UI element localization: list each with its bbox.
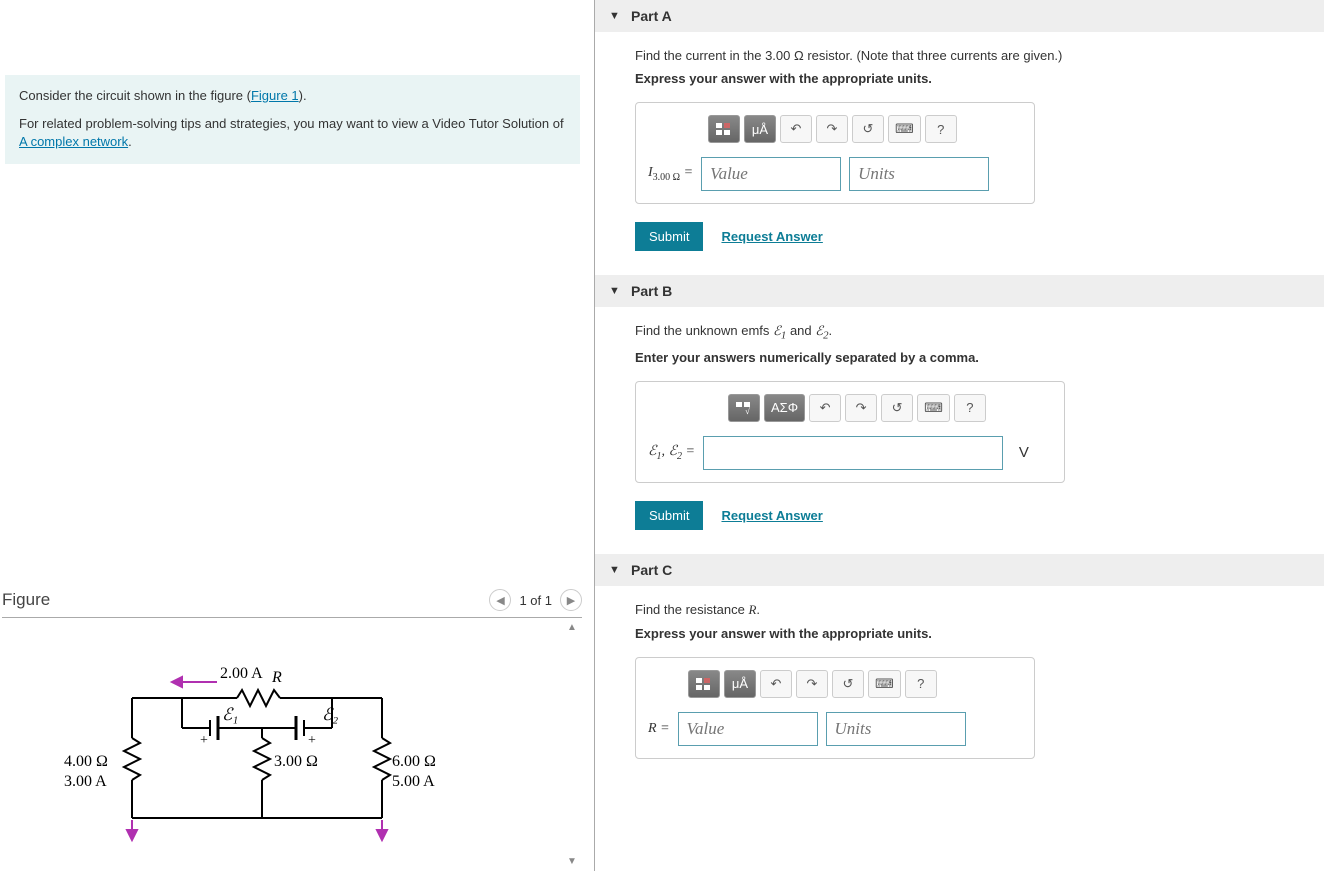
svg-text:5.00 A: 5.00 A xyxy=(392,773,435,790)
part-b-variable-label: ℰ1, ℰ2 = xyxy=(648,443,695,462)
svg-text:R: R xyxy=(271,669,282,686)
templates-button[interactable] xyxy=(688,670,720,698)
undo-button[interactable]: ↶ xyxy=(760,670,792,698)
part-b-title: Part B xyxy=(631,283,672,299)
part-a-units-input[interactable] xyxy=(849,157,989,191)
part-b-unit-label: V xyxy=(1019,444,1029,461)
related-link[interactable]: A complex network xyxy=(19,134,128,149)
figure-counter: 1 of 1 xyxy=(519,593,552,608)
units-button[interactable]: μÅ xyxy=(724,670,756,698)
figure-next-button[interactable]: ▶ xyxy=(560,589,582,611)
reset-button[interactable]: ↺ xyxy=(852,115,884,143)
units-button[interactable]: μÅ xyxy=(744,115,776,143)
svg-text:ℰ₁: ℰ₁ xyxy=(222,705,238,724)
help-button[interactable]: ? xyxy=(954,394,986,422)
keyboard-button[interactable]: ⌨ xyxy=(888,115,921,143)
keyboard-button[interactable]: ⌨ xyxy=(917,394,950,422)
undo-button[interactable]: ↶ xyxy=(809,394,841,422)
part-a-question: Find the current in the 3.00 Ω resistor.… xyxy=(635,48,1308,63)
part-a-instruction: Express your answer with the appropriate… xyxy=(635,71,1308,86)
problem-statement: Consider the circuit shown in the figure… xyxy=(5,75,580,164)
part-b-header[interactable]: ▼ Part B xyxy=(595,275,1324,307)
part-c-question: Find the resistance R. xyxy=(635,602,1308,618)
figure-prev-button[interactable]: ◀ xyxy=(489,589,511,611)
part-c-header[interactable]: ▼ Part C xyxy=(595,554,1324,586)
figure-scrollbar[interactable]: ▲ ▼ xyxy=(562,618,582,871)
svg-text:2.00 A: 2.00 A xyxy=(220,665,263,682)
part-c-title: Part C xyxy=(631,562,672,578)
help-button[interactable]: ? xyxy=(905,670,937,698)
help-button[interactable]: ? xyxy=(925,115,957,143)
part-a-request-answer-link[interactable]: Request Answer xyxy=(721,229,822,244)
part-a-answer-box: μÅ ↶ ↷ ↺ ⌨ ? I3.00 Ω = xyxy=(635,102,1035,204)
part-a-title: Part A xyxy=(631,8,672,24)
part-a-value-input[interactable] xyxy=(701,157,841,191)
svg-text:√: √ xyxy=(745,406,750,415)
part-c-variable-label: R = xyxy=(648,721,670,737)
reset-button[interactable]: ↺ xyxy=(832,670,864,698)
part-b-question: Find the unknown emfs ℰ1 and ℰ2. xyxy=(635,323,1308,342)
templates-button[interactable]: √ xyxy=(728,394,760,422)
part-a-submit-button[interactable]: Submit xyxy=(635,222,703,251)
svg-text:3.00 A: 3.00 A xyxy=(64,773,107,790)
svg-text:+: + xyxy=(200,733,208,748)
part-b-value-input[interactable] xyxy=(703,436,1003,470)
part-c-units-input[interactable] xyxy=(826,712,966,746)
part-c-instruction: Express your answer with the appropriate… xyxy=(635,626,1308,641)
prompt-text-2: For related problem-solving tips and str… xyxy=(19,116,564,131)
redo-button[interactable]: ↷ xyxy=(845,394,877,422)
part-b-request-answer-link[interactable]: Request Answer xyxy=(721,508,822,523)
svg-text:ℰ₂: ℰ₂ xyxy=(322,705,338,724)
part-a-header[interactable]: ▼ Part A xyxy=(595,0,1324,32)
svg-text:6.00 Ω: 6.00 Ω xyxy=(392,753,436,770)
part-b-answer-box: √ ΑΣΦ ↶ ↷ ↺ ⌨ ? ℰ1, ℰ2 = V xyxy=(635,381,1065,483)
prompt-text-1: Consider the circuit shown in the figure… xyxy=(19,88,251,103)
part-a-variable-label: I3.00 Ω = xyxy=(648,165,693,183)
reset-button[interactable]: ↺ xyxy=(881,394,913,422)
svg-text:+: + xyxy=(308,733,316,748)
chevron-down-icon: ▼ xyxy=(609,285,620,297)
figure-link[interactable]: Figure 1 xyxy=(251,88,299,103)
circuit-figure: 2.00 A R ℰ₁ ℰ₂ + + 4.00 Ω 3.00 A 3.00 Ω … xyxy=(2,618,562,871)
svg-text:3.00 Ω: 3.00 Ω xyxy=(274,753,318,770)
part-c-answer-box: μÅ ↶ ↷ ↺ ⌨ ? R = xyxy=(635,657,1035,759)
greek-button[interactable]: ΑΣΦ xyxy=(764,394,805,422)
undo-button[interactable]: ↶ xyxy=(780,115,812,143)
templates-button[interactable] xyxy=(708,115,740,143)
figure-title: Figure xyxy=(2,590,489,610)
part-b-submit-button[interactable]: Submit xyxy=(635,501,703,530)
chevron-down-icon: ▼ xyxy=(609,564,620,576)
keyboard-button[interactable]: ⌨ xyxy=(868,670,901,698)
part-c-value-input[interactable] xyxy=(678,712,818,746)
svg-text:4.00 Ω: 4.00 Ω xyxy=(64,753,108,770)
redo-button[interactable]: ↷ xyxy=(816,115,848,143)
scroll-up-icon[interactable]: ▲ xyxy=(567,622,577,633)
redo-button[interactable]: ↷ xyxy=(796,670,828,698)
chevron-down-icon: ▼ xyxy=(609,10,620,22)
scroll-down-icon[interactable]: ▼ xyxy=(567,856,577,867)
part-b-instruction: Enter your answers numerically separated… xyxy=(635,350,1308,365)
